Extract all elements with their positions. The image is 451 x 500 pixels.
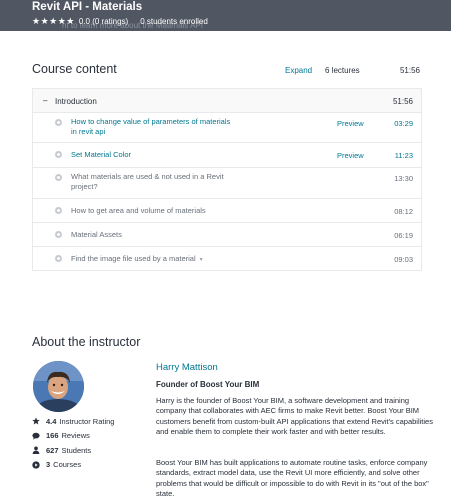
- rating-stars-icon: ★★★★★: [32, 16, 75, 26]
- course-header-bar: nt to learn more about the Materials API…: [0, 0, 451, 31]
- lecture-duration: 13:30: [394, 174, 413, 183]
- instructor-bio-paragraph: Harry is the founder of Boost Your BIM, …: [156, 396, 433, 436]
- lecture-row: How to get area and volume of materials …: [33, 199, 421, 223]
- stat-value: 627: [46, 445, 59, 455]
- instructor-stats: 4.4 Instructor Rating 166 Reviews 627 St…: [32, 414, 114, 472]
- course-content-title: Course content: [32, 62, 117, 76]
- lecture-title: Material Assets: [71, 230, 122, 239]
- preview-link[interactable]: Preview: [337, 151, 364, 160]
- course-title: Revit API - Materials: [32, 1, 143, 13]
- collapse-icon[interactable]: –: [43, 96, 47, 105]
- lecture-count: 6 lectures: [325, 66, 360, 75]
- enrolled-count: 0 students enrolled: [140, 17, 208, 26]
- lecture-row[interactable]: Find the image file used by a material ▾ …: [33, 247, 421, 270]
- curriculum-panel: – Introduction 51:56 How to change value…: [32, 88, 422, 271]
- lecture-title[interactable]: Set Material Color: [71, 150, 231, 160]
- lecture-row[interactable]: How to change value of parameters of mat…: [33, 113, 421, 143]
- play-circle-icon: [55, 151, 62, 158]
- instructor-photo: [33, 361, 84, 412]
- course-content-header: Course content Expand 6 lectures 51:56: [32, 62, 422, 78]
- about-instructor-title: About the instructor: [32, 335, 141, 349]
- stat-courses: 3 Courses: [32, 458, 114, 473]
- stat-label: Students: [61, 445, 92, 455]
- course-rating-row: ★★★★★ 0.0 (0 ratings) 0 students enrolle…: [32, 16, 208, 27]
- stat-reviews: 166 Reviews: [32, 429, 114, 444]
- lecture-duration: 11:23: [394, 151, 413, 160]
- lecture-row[interactable]: Set Material Color Preview 11:23: [33, 143, 421, 168]
- section-title: Introduction: [55, 97, 97, 106]
- stat-label: Courses: [53, 460, 82, 470]
- stat-value: 166: [46, 431, 59, 441]
- lecture-duration: 06:19: [394, 231, 413, 240]
- lecture-title: Find the image file used by a material: [71, 254, 196, 263]
- play-circle-icon: [55, 207, 62, 214]
- play-circle-icon: [32, 461, 40, 469]
- rating-text[interactable]: 0.0 (0 ratings): [79, 17, 128, 26]
- total-duration: 51:56: [399, 66, 420, 75]
- lecture-duration: 09:03: [394, 255, 413, 264]
- play-circle-icon: [55, 119, 62, 126]
- instructor-name-link[interactable]: Harry Mattison: [156, 362, 218, 373]
- stat-rating: 4.4 Instructor Rating: [32, 414, 114, 429]
- lecture-row: What materials are used & not used in a …: [33, 168, 421, 199]
- comment-icon: [32, 432, 40, 440]
- play-circle-icon: [55, 174, 62, 181]
- lecture-row: Material Assets 06:19: [33, 223, 421, 247]
- lecture-title[interactable]: How to change value of parameters of mat…: [71, 117, 231, 137]
- lecture-title-with-caret[interactable]: Find the image file used by a material ▾: [71, 254, 271, 265]
- expand-all-button[interactable]: Expand: [285, 66, 312, 75]
- lecture-title: What materials are used & not used in a …: [71, 172, 224, 191]
- instructor-headline: Founder of Boost Your BIM: [156, 380, 260, 389]
- preview-link[interactable]: Preview: [337, 119, 364, 128]
- lecture-title: How to get area and volume of materials: [71, 206, 206, 215]
- play-circle-icon: [55, 255, 62, 262]
- avatar[interactable]: [33, 361, 84, 412]
- instructor-bio-paragraph: Boost Your BIM has built applications to…: [156, 458, 429, 498]
- lecture-duration: 08:12: [394, 207, 413, 216]
- stat-label: Reviews: [61, 431, 90, 441]
- section-header-introduction[interactable]: – Introduction 51:56: [33, 89, 421, 113]
- stat-value: 4.4: [46, 416, 57, 426]
- star-icon: [32, 417, 40, 425]
- section-duration: 51:56: [392, 97, 413, 106]
- play-circle-icon: [55, 231, 62, 238]
- stat-label: Instructor Rating: [59, 416, 115, 426]
- lecture-duration: 03:29: [394, 119, 413, 128]
- chevron-down-icon[interactable]: ▾: [200, 257, 203, 263]
- user-icon: [32, 446, 40, 455]
- stat-students: 627 Students: [32, 443, 114, 458]
- stat-value: 3: [46, 460, 51, 470]
